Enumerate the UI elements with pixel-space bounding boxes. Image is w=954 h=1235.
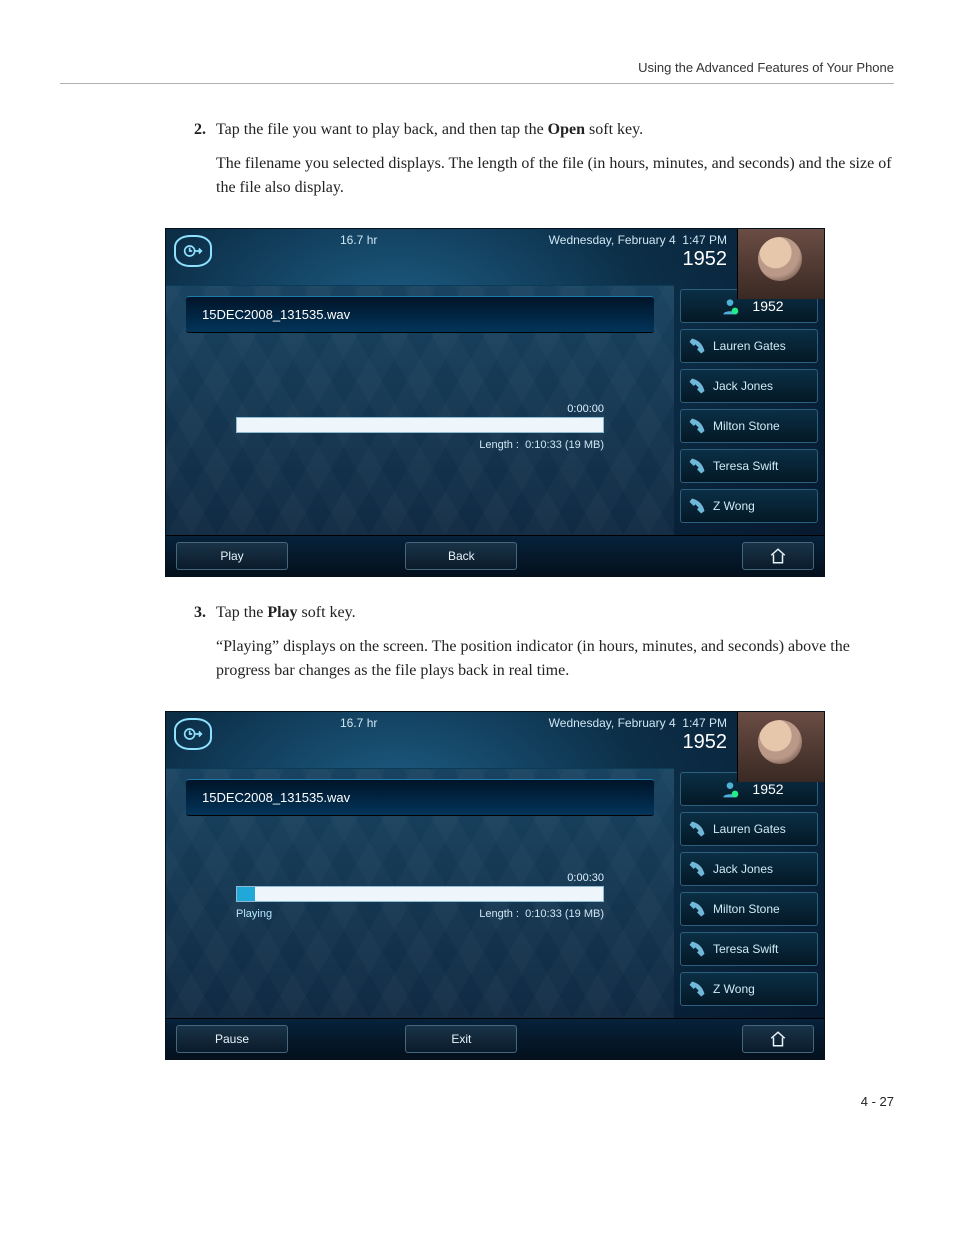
date-label: Wednesday, February 4 <box>549 233 676 247</box>
step-3-line-1: Tap the Play soft key. <box>216 601 894 625</box>
selected-file-row[interactable]: 15DEC2008_131535.wav <box>186 779 654 816</box>
progress-bar[interactable] <box>236 886 604 902</box>
phone-icon <box>685 334 709 358</box>
length-label: Length : <box>479 439 519 451</box>
filename-label: 15DEC2008_131535.wav <box>202 790 350 805</box>
length-value: 0:10:33 (19 MB) <box>525 908 604 920</box>
softkey-play[interactable]: Play <box>176 542 288 570</box>
step-2: 2. Tap the file you want to play back, a… <box>180 118 894 210</box>
home-button[interactable] <box>742 542 814 570</box>
side-item-contact[interactable]: Lauren Gates <box>680 329 818 363</box>
speed-dial-list: 1952 Lauren Gates Jack Jones Milton Ston… <box>674 285 824 535</box>
side-item-contact[interactable]: Z Wong <box>680 489 818 523</box>
filename-label: 15DEC2008_131535.wav <box>202 307 350 322</box>
side-item-contact[interactable]: Milton Stone <box>680 409 818 443</box>
progress-bar[interactable] <box>236 417 604 433</box>
section-title: Using the Advanced Features of Your Phon… <box>638 60 894 75</box>
side-item-contact[interactable]: Jack Jones <box>680 852 818 886</box>
side-item-contact[interactable]: Teresa Swift <box>680 932 818 966</box>
softkey-back[interactable]: Back <box>405 542 517 570</box>
extension-display: 1952 <box>549 247 727 271</box>
clock-icon <box>174 718 212 750</box>
softkey-pause[interactable]: Pause <box>176 1025 288 1053</box>
phone-icon <box>685 977 709 1001</box>
side-item-contact[interactable]: Jack Jones <box>680 369 818 403</box>
phone-icon <box>685 374 709 398</box>
step-number: 3. <box>180 601 216 693</box>
time-label: 1:47 PM <box>682 716 727 730</box>
playback-status: Playing <box>236 908 272 920</box>
hours-indicator: 16.7 hr <box>340 233 377 271</box>
time-label: 1:47 PM <box>682 233 727 247</box>
phone-icon <box>685 857 709 881</box>
length-label: Length : <box>479 908 519 920</box>
phone-screenshot-1: 16.7 hr Wednesday, February 4 1:47 PM 19… <box>60 228 894 577</box>
phone-icon <box>685 897 709 921</box>
home-button[interactable] <box>742 1025 814 1053</box>
side-item-contact[interactable]: Z Wong <box>680 972 818 1006</box>
playback-position: 0:00:00 <box>236 403 604 415</box>
phone-icon <box>685 817 709 841</box>
speed-dial-list: 1952 Lauren Gates Jack Jones Milton Ston… <box>674 768 824 1018</box>
extension-display: 1952 <box>549 730 727 754</box>
avatar <box>737 229 824 299</box>
progress-fill <box>237 887 255 901</box>
step-3: 3. Tap the Play soft key. “Playing” disp… <box>180 601 894 693</box>
home-icon <box>769 1030 787 1048</box>
step-2-line-1: Tap the file you want to play back, and … <box>216 118 894 142</box>
step-3-line-2: “Playing” displays on the screen. The po… <box>216 635 894 683</box>
phone-icon <box>685 414 709 438</box>
avatar <box>737 712 824 782</box>
hours-indicator: 16.7 hr <box>340 716 377 754</box>
softkey-exit[interactable]: Exit <box>405 1025 517 1053</box>
page-header: Using the Advanced Features of Your Phon… <box>60 60 894 84</box>
page-number: 4 - 27 <box>60 1094 894 1109</box>
selected-file-row[interactable]: 15DEC2008_131535.wav <box>186 296 654 333</box>
phone-icon <box>685 494 709 518</box>
side-item-contact[interactable]: Teresa Swift <box>680 449 818 483</box>
home-icon <box>769 547 787 565</box>
length-value: 0:10:33 (19 MB) <box>525 439 604 451</box>
phone-screenshot-2: 16.7 hr Wednesday, February 4 1:47 PM 19… <box>60 711 894 1060</box>
side-item-contact[interactable]: Milton Stone <box>680 892 818 926</box>
step-number: 2. <box>180 118 216 210</box>
playback-position: 0:00:30 <box>236 872 604 884</box>
clock-icon <box>174 235 212 267</box>
phone-icon <box>685 937 709 961</box>
date-label: Wednesday, February 4 <box>549 716 676 730</box>
side-item-contact[interactable]: Lauren Gates <box>680 812 818 846</box>
step-2-line-2: The filename you selected displays. The … <box>216 152 894 200</box>
phone-icon <box>685 454 709 478</box>
